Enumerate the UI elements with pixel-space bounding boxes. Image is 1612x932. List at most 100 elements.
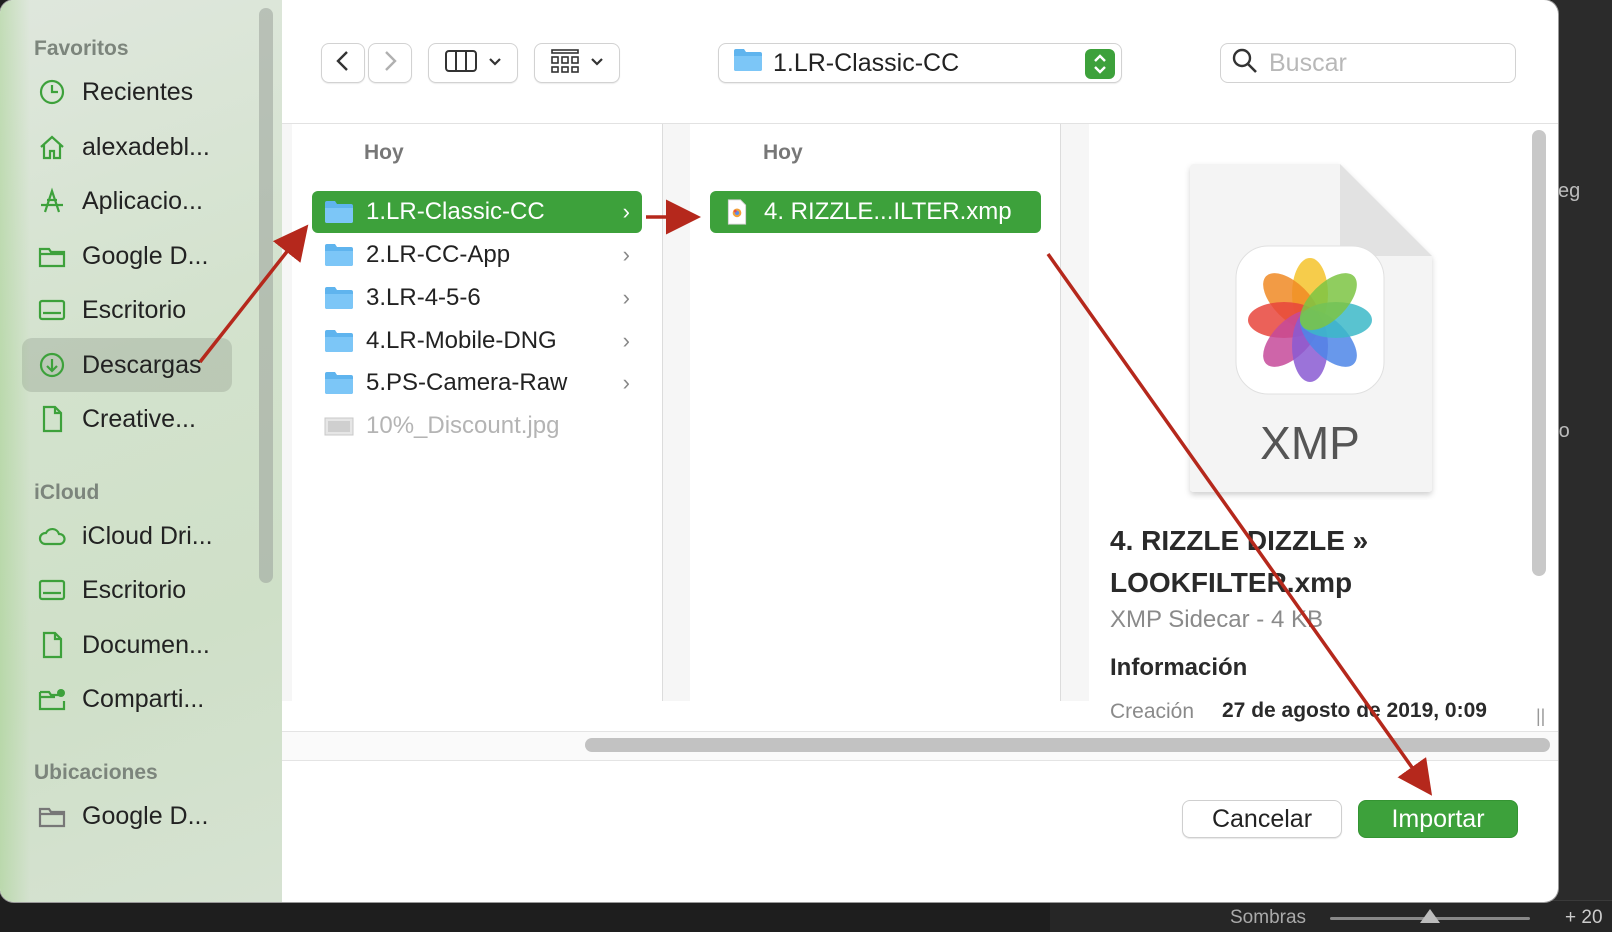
- list-item-folder[interactable]: 1.LR-Classic-CC ›: [312, 191, 642, 233]
- chevron-down-icon: [590, 54, 604, 72]
- sidebar-heading-ubicaciones: Ubicaciones: [34, 761, 158, 784]
- sidebar-item-documentos[interactable]: Documen...: [22, 618, 232, 672]
- sidebar-item-location-google-drive[interactable]: Google D...: [22, 789, 232, 843]
- sidebar: Favoritos Recientes alexadebl... Aplicac…: [0, 0, 282, 902]
- search-field[interactable]: [1220, 43, 1516, 83]
- list-item-label: 2.LR-CC-App: [366, 241, 511, 268]
- sidebar-item-label: Comparti...: [82, 684, 205, 713]
- column-gutter: [663, 124, 690, 701]
- list-item-label: 5.PS-Camera-Raw: [366, 369, 568, 396]
- sidebar-item-label: Creative...: [82, 404, 196, 433]
- list-item-label: 10%_Discount.jpg: [366, 412, 560, 439]
- shadows-value: + 20: [1565, 907, 1603, 928]
- shadows-slider-knob: [1420, 909, 1440, 923]
- chevron-right-icon: ›: [622, 370, 630, 395]
- column-2-heading: Hoy: [763, 141, 803, 164]
- folder-icon: [325, 287, 353, 309]
- desktop-icon: [36, 574, 68, 606]
- list-item-label: 4. RIZZLE...ILTER.xmp: [764, 198, 1012, 225]
- image-file-icon: [324, 417, 354, 436]
- folder-icon: [36, 240, 68, 272]
- sidebar-heading-icloud: iCloud: [34, 481, 100, 504]
- list-item-label: 1.LR-Classic-CC: [366, 198, 545, 225]
- horizontal-scrollbar[interactable]: [585, 738, 1550, 752]
- list-item-folder[interactable]: 5.PS-Camera-Raw ›: [312, 362, 642, 404]
- list-item-file-disabled: 10%_Discount.jpg: [312, 405, 642, 447]
- search-icon: [1231, 47, 1259, 80]
- sidebar-item-home[interactable]: alexadebl...: [22, 120, 232, 174]
- chevron-right-icon: [381, 50, 399, 77]
- chevron-right-icon: ›: [622, 242, 630, 267]
- chevron-left-icon: [334, 50, 352, 77]
- columns-view-icon: [444, 49, 478, 78]
- preview-kind: XMP Sidecar - 4 KB: [1110, 606, 1323, 633]
- sidebar-item-escritorio[interactable]: Escritorio: [22, 283, 232, 337]
- chevron-right-icon: ›: [622, 199, 630, 224]
- sidebar-item-compartido[interactable]: Comparti...: [22, 672, 232, 726]
- folder-icon: [733, 48, 763, 79]
- sidebar-item-recientes[interactable]: Recientes: [22, 65, 232, 119]
- downloads-icon: [36, 349, 68, 381]
- folder-icon: [325, 244, 353, 266]
- folder-icon: [325, 372, 353, 394]
- sidebar-item-descargas[interactable]: Descargas: [22, 338, 232, 392]
- sidebar-item-label: Documen...: [82, 630, 210, 659]
- desktop-icon: [36, 294, 68, 326]
- xmp-document-icon: XMP: [1180, 160, 1440, 500]
- back-button[interactable]: [321, 43, 365, 83]
- preview-vertical-scrollbar[interactable]: [1532, 130, 1546, 576]
- cancel-button[interactable]: Cancelar: [1182, 800, 1342, 838]
- chevron-right-icon: ›: [622, 285, 630, 310]
- search-input[interactable]: [1269, 48, 1489, 78]
- grid-icon: [550, 48, 580, 79]
- background-app-panel: eg ro: [1552, 0, 1612, 932]
- sidebar-item-label: iCloud Dri...: [82, 521, 213, 550]
- sidebar-item-label: Google D...: [82, 241, 209, 270]
- sidebar-item-creative[interactable]: Creative...: [22, 392, 232, 446]
- chevron-right-icon: ›: [622, 328, 630, 353]
- list-item-label: 3.LR-4-5-6: [366, 284, 481, 311]
- list-item-folder[interactable]: 2.LR-CC-App ›: [312, 234, 642, 276]
- sidebar-item-label: Google D...: [82, 801, 209, 830]
- list-item-folder[interactable]: 4.LR-Mobile-DNG ›: [312, 320, 642, 362]
- applications-icon: [36, 185, 68, 217]
- xmp-badge-text: XMP: [1260, 417, 1360, 469]
- folder-icon: [325, 330, 353, 352]
- list-item-file[interactable]: 4. RIZZLE...ILTER.xmp: [710, 191, 1041, 233]
- updown-stepper-icon: [1085, 49, 1115, 79]
- list-item-label: 4.LR-Mobile-DNG: [366, 327, 557, 354]
- sidebar-item-aplicaciones[interactable]: Aplicacio...: [22, 174, 232, 228]
- background-app-slider-row: Sombras + 20: [1050, 900, 1612, 932]
- sidebar-item-icloud-drive[interactable]: iCloud Dri...: [22, 509, 232, 563]
- cloud-icon: [36, 520, 68, 552]
- sidebar-item-icloud-escritorio[interactable]: Escritorio: [22, 563, 232, 617]
- preview-created-label: Creación: [1110, 700, 1195, 723]
- open-file-dialog: Favoritos Recientes alexadebl... Aplicac…: [0, 0, 1558, 902]
- sidebar-item-label: alexadebl...: [82, 132, 210, 161]
- folder-icon: [325, 201, 353, 223]
- sidebar-item-google-drive[interactable]: Google D...: [22, 229, 232, 283]
- preview-title: 4. RIZZLE DIZZLE » LOOKFILTER.xmp: [1110, 525, 1369, 598]
- sidebar-heading-favorites: Favoritos: [34, 37, 129, 60]
- path-popup-label: 1.LR-Classic-CC: [773, 48, 960, 77]
- sidebar-item-label: Escritorio: [82, 295, 187, 324]
- folder-icon: [36, 800, 68, 832]
- home-icon: [36, 131, 68, 163]
- preview-created-value: 27 de agosto de 2019, 0:09: [1222, 699, 1487, 722]
- shared-folder-icon: [36, 683, 68, 715]
- sidebar-scrollbar[interactable]: [259, 8, 273, 583]
- chevron-down-icon: [488, 54, 502, 72]
- document-icon: [36, 403, 68, 435]
- list-item-folder[interactable]: 3.LR-4-5-6 ›: [312, 277, 642, 319]
- preview-info-heading: Información: [1110, 654, 1248, 681]
- sidebar-item-label: Aplicacio...: [82, 186, 203, 215]
- pane-resize-handle[interactable]: ||: [1536, 706, 1545, 727]
- group-by-button[interactable]: [534, 43, 620, 83]
- sidebar-item-label: Descargas: [82, 350, 202, 379]
- shadows-label: Sombras: [1230, 907, 1307, 928]
- forward-button[interactable]: [368, 43, 412, 83]
- view-mode-button[interactable]: [428, 43, 518, 83]
- sidebar-item-label: Escritorio: [82, 575, 187, 604]
- path-popup[interactable]: 1.LR-Classic-CC: [718, 43, 1122, 83]
- import-button[interactable]: Importar: [1358, 800, 1518, 838]
